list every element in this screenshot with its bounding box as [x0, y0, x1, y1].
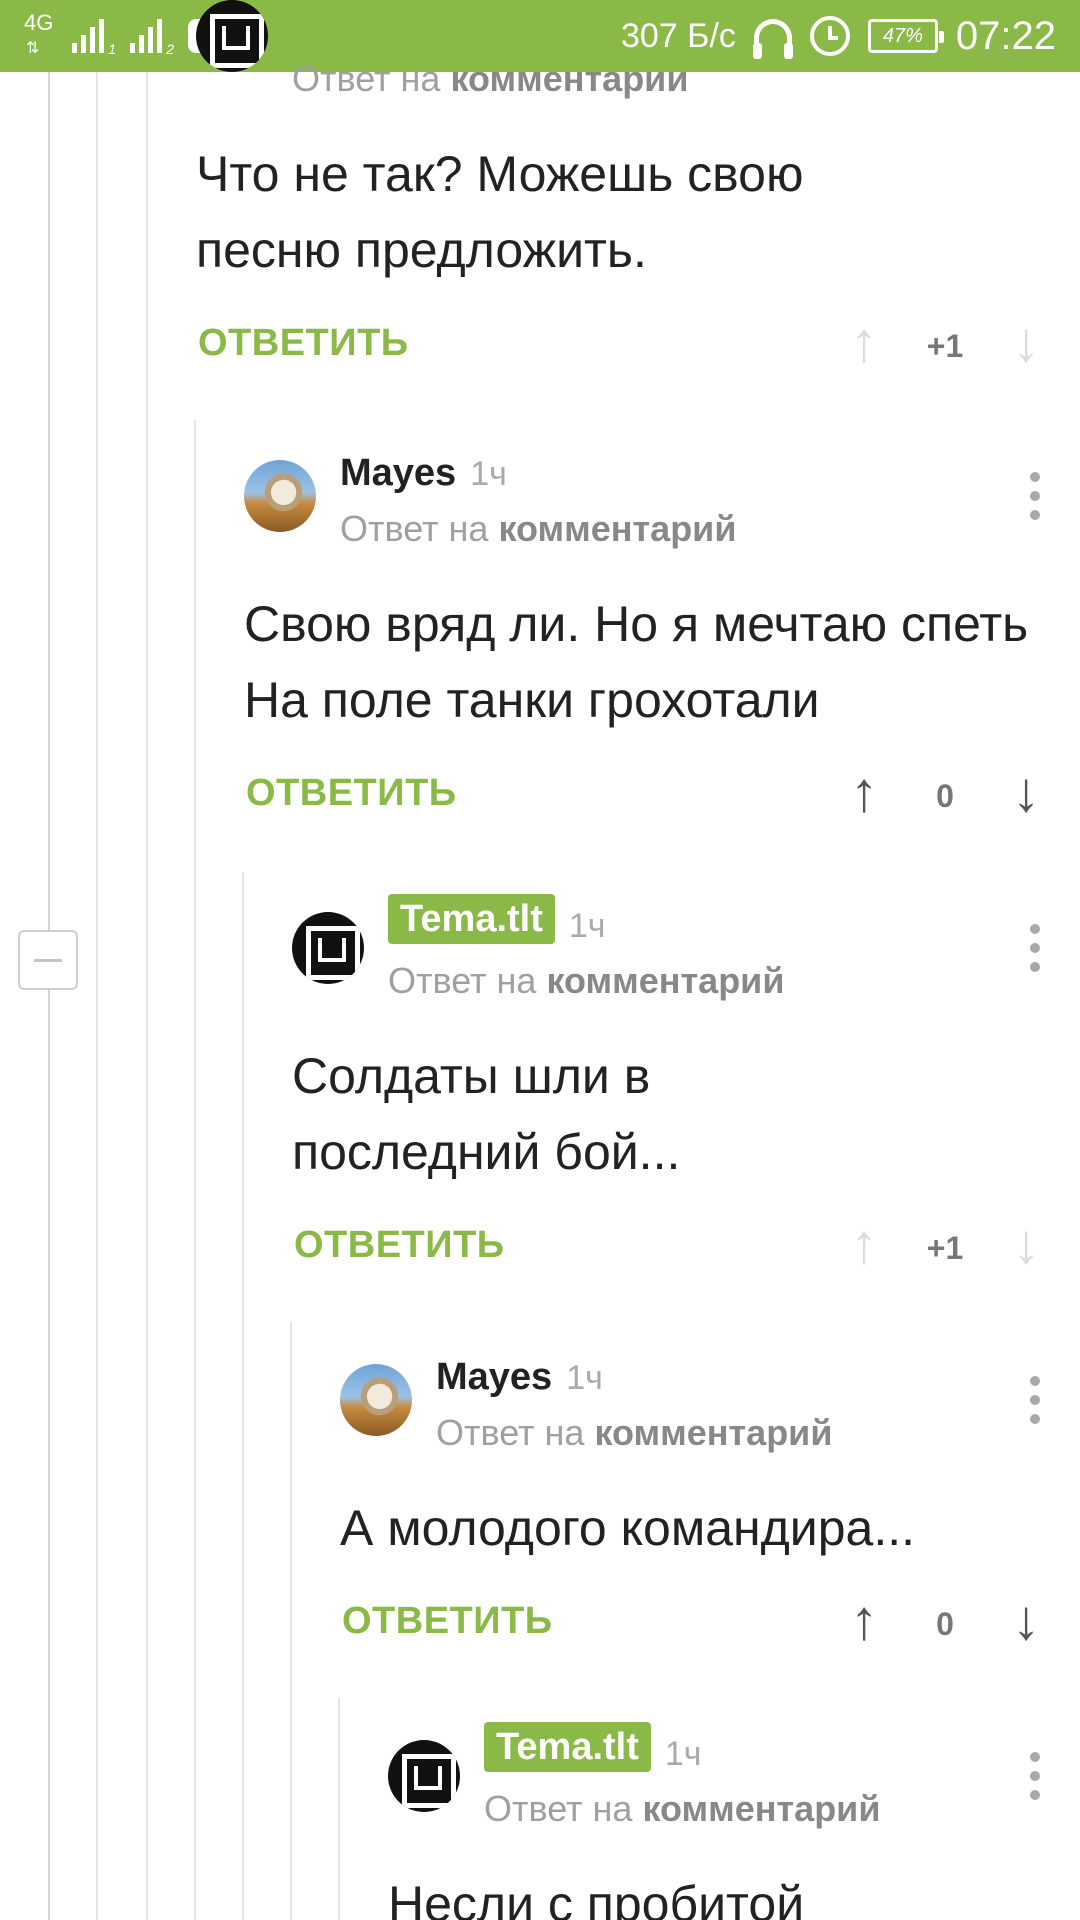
thread-line: [290, 1322, 292, 1920]
comment-time: 1ч: [664, 1735, 702, 1773]
comment-text: Несли с пробитой: [388, 1876, 805, 1920]
avatar[interactable]: [292, 912, 364, 984]
comment-time: 1ч: [568, 907, 606, 945]
comment-text: Свою вряд ли. Но я мечтаю спеть На поле …: [244, 596, 1029, 728]
thread-line: [146, 72, 148, 1920]
comment: Mayes 1ч Ответ на комментарий Свою вряд л…: [244, 450, 1080, 838]
comment-header: Tema.tlt 1ч Ответ на комментарий: [292, 894, 1080, 1002]
reply-to-label: Ответ на комментарий: [484, 1788, 881, 1829]
reply-to-label: Ответ на комментарий: [436, 1412, 833, 1453]
comment-text: Что не так? Можешь свою песню предложить…: [196, 146, 804, 278]
vote-control: ↑ +1 ↓: [850, 314, 1040, 374]
thread-line: [338, 1698, 340, 1920]
avatar[interactable]: [244, 460, 316, 532]
signal-sim2-icon: 2: [130, 19, 174, 57]
reply-to-link[interactable]: комментарии: [450, 58, 688, 99]
comment: Mayes 1ч Ответ на комментарий А молодого …: [340, 1354, 1080, 1666]
author-name[interactable]: Mayes 1ч: [340, 452, 507, 495]
avatar[interactable]: [340, 1364, 412, 1436]
reply-to-label: Ответ на комментарий: [340, 508, 737, 549]
vote-control: ↑ +1 ↓: [850, 1216, 1040, 1276]
comment-header: Tema.tlt 1ч Ответ на комментарий: [388, 1722, 1080, 1830]
comment-time: 1ч: [566, 1359, 603, 1397]
comment: Tema.tlt 1ч Ответ на комментарий Солдаты …: [292, 894, 1080, 1290]
network-label: 4G: [24, 10, 54, 35]
kebab-menu-icon[interactable]: [1030, 924, 1040, 972]
reply-to-link[interactable]: комментарий: [546, 960, 784, 1001]
arrow-down-icon[interactable]: ↓: [1012, 1216, 1040, 1272]
signal-sim1-icon: 1: [72, 19, 116, 57]
battery-icon: 47%: [867, 19, 944, 53]
battery-level: 47%: [882, 24, 923, 47]
kebab-menu-icon[interactable]: [1030, 1752, 1040, 1800]
comment-actions: ОТВЕТИТЬ ↑ +1 ↓: [196, 308, 1080, 388]
reply-button[interactable]: ОТВЕТИТЬ: [246, 772, 457, 815]
comment-header: Mayes 1ч Ответ на комментарий: [340, 1354, 1080, 1454]
reply-to-link[interactable]: комментарий: [594, 1412, 832, 1453]
comment-text: А молодого командира...: [340, 1500, 916, 1556]
avatar: [196, 0, 268, 72]
thread-line: [194, 420, 196, 1920]
comment-actions: ОТВЕТИТЬ ↑ 0 ↓: [340, 1586, 1080, 1666]
reply-to-label: Ответ на комментарии: [292, 58, 689, 99]
comment-actions: ОТВЕТИТЬ ↑ 0 ↓: [244, 758, 1080, 838]
comment-actions: ОТВЕТИТЬ ↑ +1 ↓: [292, 1210, 1080, 1290]
comment: Ответ на комментарии Что не так? Можешь …: [196, 0, 1080, 388]
kebab-menu-icon[interactable]: [1030, 1376, 1040, 1424]
comment-text: Солдаты шли в последний бой...: [292, 1048, 681, 1180]
author-name[interactable]: Tema.tlt 1ч: [484, 1722, 702, 1775]
sim1-label: 1: [108, 41, 116, 57]
arrow-down-icon[interactable]: ↓: [1012, 764, 1040, 820]
author-badge[interactable]: Tema.tlt: [484, 1722, 651, 1772]
comment-time: 1ч: [470, 455, 507, 493]
author-name[interactable]: Tema.tlt 1ч: [388, 894, 606, 947]
arrow-down-icon[interactable]: ↓: [1012, 314, 1040, 370]
reply-button[interactable]: ОТВЕТИТЬ: [294, 1224, 505, 1267]
vote-control: ↑ 0 ↓: [850, 764, 1040, 824]
thread-line: [48, 72, 50, 1920]
author-badge[interactable]: Tema.tlt: [388, 894, 555, 944]
reply-to-label: Ответ на комментарий: [388, 960, 785, 1001]
sim2-label: 2: [166, 41, 174, 57]
avatar[interactable]: [388, 1740, 460, 1812]
reply-button[interactable]: ОТВЕТИТЬ: [198, 322, 409, 365]
reply-to-link[interactable]: комментарий: [498, 508, 736, 549]
kebab-menu-icon[interactable]: [1030, 472, 1040, 520]
collapse-thread-button[interactable]: [18, 930, 78, 990]
thread-line: [96, 72, 98, 1920]
reply-button[interactable]: ОТВЕТИТЬ: [342, 1600, 553, 1643]
reply-to-link[interactable]: комментарий: [642, 1788, 880, 1829]
headphones-icon: [752, 19, 793, 59]
vote-control: ↑ 0 ↓: [850, 1592, 1040, 1652]
thread-line: [242, 872, 244, 1920]
comment-header: Mayes 1ч Ответ на комментарий: [244, 450, 1080, 550]
comment: Tema.tlt 1ч Ответ на комментарий Несли с …: [388, 1722, 1080, 1920]
author-name[interactable]: Mayes 1ч: [436, 1356, 603, 1399]
network-type-icon: 4G ⇅: [24, 10, 54, 58]
arrow-down-icon[interactable]: ↓: [1012, 1592, 1040, 1648]
